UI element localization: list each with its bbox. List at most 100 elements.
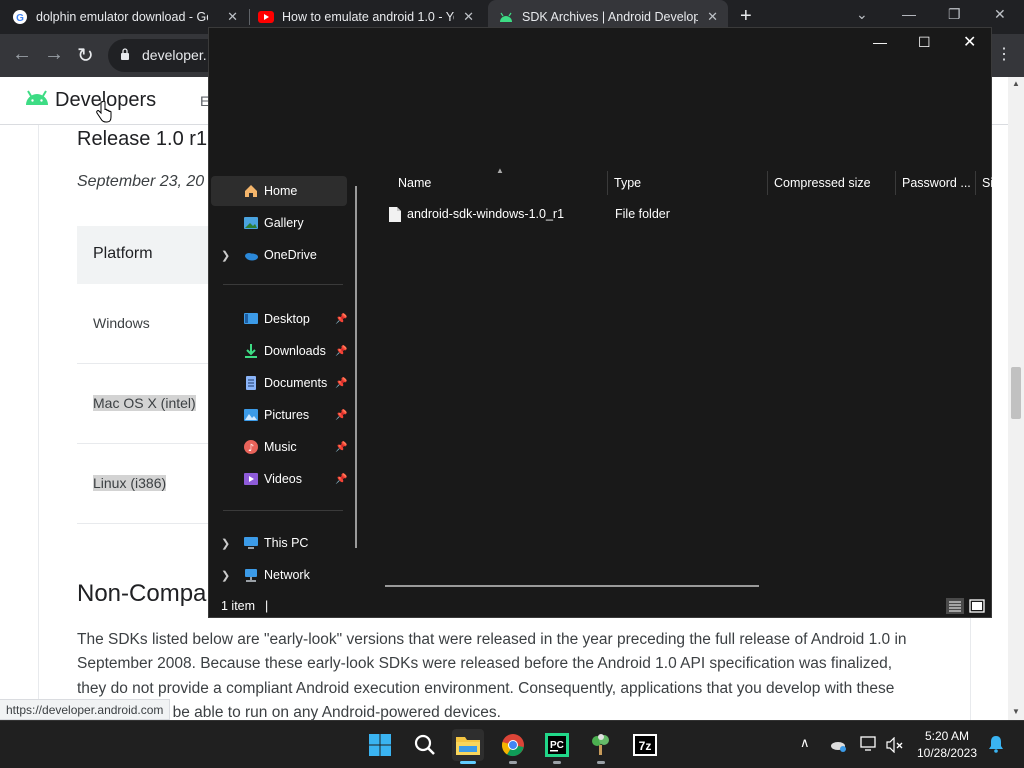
platform-cell: Mac OS X (intel) — [93, 395, 196, 411]
onedrive-tray-icon[interactable] — [829, 737, 847, 753]
forward-icon[interactable]: → — [44, 43, 64, 66]
close-tab-icon[interactable]: ✕ — [227, 9, 238, 25]
nav-item-this-pc[interactable]: ❯ This PC — [211, 528, 347, 558]
tab-search-icon[interactable]: ⌄ — [856, 6, 868, 23]
section-heading: Non-Compa — [77, 580, 207, 607]
tab-title: How to emulate android 1.0 - Yo — [282, 10, 454, 24]
volume-muted-icon[interactable] — [886, 737, 904, 753]
nav-item-desktop[interactable]: Desktop 📌 — [211, 304, 347, 334]
item-count: 1 item — [221, 599, 256, 613]
nav-item-network[interactable]: ❯ Network — [211, 560, 347, 590]
nav-item-gallery[interactable]: Gallery — [211, 208, 347, 238]
pin-icon[interactable]: 📌 — [335, 442, 347, 453]
document-icon — [246, 376, 256, 390]
page-scrollbar[interactable]: ▲ ▼ — [1008, 77, 1024, 720]
back-icon[interactable]: ← — [12, 43, 32, 66]
tiles-view-icon[interactable] — [968, 598, 986, 614]
file-icon — [389, 207, 401, 222]
release-date: September 23, 20 — [77, 173, 205, 190]
android-logo-icon[interactable] — [24, 90, 50, 106]
nav-item-music[interactable]: ♪ Music 📌 — [211, 432, 347, 462]
svg-text:PC: PC — [550, 740, 564, 751]
link-status-url: https://developer.android.com — [0, 699, 171, 720]
pin-icon[interactable]: 📌 — [335, 378, 347, 389]
nav-label: Network — [264, 568, 310, 582]
7zip-icon: 7z — [633, 734, 657, 756]
file-type: File folder — [615, 207, 670, 221]
taskbar-7zip[interactable]: 7z — [629, 729, 661, 761]
nav-item-pictures[interactable]: Pictures 📌 — [211, 400, 347, 430]
reload-icon[interactable]: ↻ — [77, 43, 94, 68]
taskbar-pycharm[interactable]: PC — [541, 729, 573, 761]
nav-item-home[interactable]: Home — [211, 176, 347, 206]
maximize-icon[interactable]: ☐ — [918, 34, 931, 51]
taskbar-search-button[interactable] — [409, 729, 441, 761]
file-name: android-sdk-windows-1.0_r1 — [407, 207, 565, 221]
nav-item-documents[interactable]: Documents 📌 — [211, 368, 347, 398]
nav-label: Pictures — [264, 408, 310, 422]
tab-title: dolphin emulator download - Go — [36, 10, 208, 24]
show-hidden-icons-icon[interactable]: ∧ — [800, 735, 810, 751]
pin-icon[interactable]: 📌 — [335, 314, 347, 325]
nav-label: Desktop — [264, 312, 310, 326]
notification-bell-icon[interactable] — [988, 735, 1004, 753]
svg-text:G: G — [16, 13, 24, 24]
hand-cursor-icon — [96, 101, 112, 123]
column-password[interactable]: Password ... — [902, 176, 971, 190]
column-name[interactable]: Name — [398, 176, 431, 190]
svg-text:♪: ♪ — [248, 443, 254, 454]
table-row: Windows — [77, 284, 217, 364]
start-button[interactable] — [364, 729, 396, 761]
taskbar-chrome[interactable] — [497, 729, 529, 761]
svg-text:7z: 7z — [639, 739, 652, 753]
pin-icon[interactable]: 📌 — [335, 474, 347, 485]
windows-logo-icon — [369, 734, 391, 756]
nav-label: OneDrive — [264, 248, 317, 262]
column-type[interactable]: Type — [614, 176, 641, 190]
nav-scrollbar[interactable] — [355, 186, 357, 548]
table-header: Platform — [77, 226, 217, 284]
pictures-icon — [244, 409, 258, 421]
close-window-icon[interactable]: ✕ — [963, 32, 976, 52]
chevron-right-icon[interactable]: ❯ — [221, 249, 230, 262]
file-row[interactable]: android-sdk-windows-1.0_r1 File folder — [385, 204, 785, 226]
pin-icon[interactable]: 📌 — [335, 346, 347, 357]
chevron-right-icon[interactable]: ❯ — [221, 569, 230, 582]
scroll-down-icon[interactable]: ▼ — [1012, 707, 1020, 716]
music-icon: ♪ — [244, 440, 258, 454]
column-size[interactable]: Si — [982, 176, 993, 190]
taskbar-file-explorer[interactable] — [452, 729, 484, 761]
new-tab-button[interactable]: + — [740, 5, 752, 28]
nav-item-onedrive[interactable]: ❯ OneDrive — [211, 240, 347, 270]
horizontal-scrollbar[interactable] — [385, 585, 759, 587]
restore-icon[interactable]: ❐ — [948, 6, 961, 23]
navigation-pane: Home Gallery ❯ OneDrive Desktop 📌 Downlo… — [209, 172, 359, 592]
pycharm-icon: PC — [545, 733, 569, 757]
chevron-right-icon[interactable]: ❯ — [221, 537, 230, 550]
close-window-icon[interactable]: ✕ — [994, 6, 1006, 23]
close-tab-icon[interactable]: ✕ — [463, 9, 474, 25]
network-icon — [245, 569, 257, 582]
minimize-icon[interactable]: — — [873, 34, 887, 50]
close-tab-icon[interactable]: ✕ — [707, 9, 718, 25]
nav-label: Home — [264, 184, 298, 198]
details-view-icon[interactable] — [946, 598, 964, 614]
scrollbar-thumb[interactable] — [1011, 367, 1021, 419]
platform-cell: Windows — [93, 315, 150, 331]
minimize-icon[interactable]: — — [902, 6, 916, 22]
nav-item-videos[interactable]: Videos 📌 — [211, 464, 347, 494]
chrome-icon — [501, 734, 524, 757]
desktop-icon — [244, 313, 258, 324]
scroll-up-icon[interactable]: ▲ — [1012, 79, 1020, 88]
home-icon — [245, 185, 257, 197]
display-icon[interactable] — [860, 736, 878, 752]
column-compressed-size[interactable]: Compressed size — [774, 176, 871, 190]
browser-menu-icon[interactable]: ⋮ — [996, 44, 1012, 64]
table-row: Linux (i386) — [77, 444, 217, 524]
nav-item-downloads[interactable]: Downloads 📌 — [211, 336, 347, 366]
pin-icon[interactable]: 📌 — [335, 410, 347, 421]
system-clock[interactable]: 5:20 AM 10/28/2023 — [912, 728, 982, 762]
lock-icon[interactable] — [120, 48, 130, 60]
nav-label: Documents — [264, 376, 328, 390]
taskbar-dolphin-app[interactable] — [585, 729, 617, 761]
